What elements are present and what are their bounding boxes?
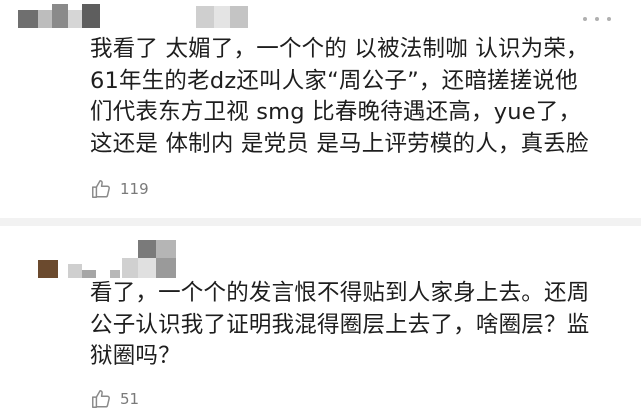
comment-divider <box>0 218 641 226</box>
comment-text: 我看了 太媚了，一个个的 以被法制咖 认识为荣， 61年生的老dz还叫人家“周公… <box>90 36 589 157</box>
like-button[interactable]: 51 <box>90 388 139 410</box>
like-count: 51 <box>120 390 140 408</box>
comment-text: 看了，一个个的发言恨不得贴到人家身上去。还周 公子认识我了证明我混得圈层上去了，… <box>90 280 590 369</box>
thumbs-up-icon <box>92 390 110 408</box>
censored-badge <box>196 6 248 28</box>
censored-username <box>68 240 178 280</box>
like-button[interactable]: 119 <box>90 178 149 200</box>
thumbs-up-icon <box>92 180 110 198</box>
comment-card: 我看了 太媚了，一个个的 以被法制咖 认识为荣， 61年生的老dz还叫人家“周公… <box>0 0 641 218</box>
like-count: 119 <box>120 180 149 198</box>
censored-username <box>18 4 102 30</box>
more-dots-icon[interactable] <box>583 16 611 22</box>
comment-card: 看了，一个个的发言恨不得贴到人家身上去。还周 公子认识我了证明我混得圈层上去了，… <box>0 226 641 416</box>
avatar <box>38 260 58 278</box>
